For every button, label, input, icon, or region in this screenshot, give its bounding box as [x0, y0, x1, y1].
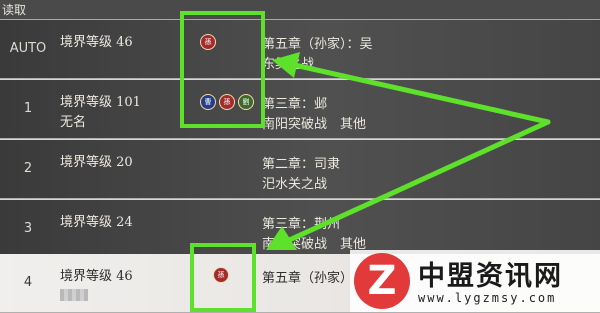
stage-name: 南阳突破战 其他 — [262, 117, 367, 132]
blurred-name — [60, 289, 88, 301]
slot-number: 3 — [23, 221, 33, 236]
faction-badges: 曹孫劉 — [200, 94, 254, 110]
slot-number: 2 — [23, 161, 33, 176]
slot-number: AUTO — [9, 41, 47, 56]
faction-badges: 孫 — [213, 267, 229, 283]
slot-number: 1 — [23, 101, 33, 116]
faction-liu-icon: 劉 — [238, 94, 254, 110]
save-slot-2[interactable]: 2 境界等级 20 第二章：司隶 汜水关之战 — [0, 140, 600, 199]
player-name: 无名 — [60, 115, 87, 130]
save-load-screen: 读取 AUTO 境界等级 46 孫 第五章（孙家）：吴 东吴之战 1 境界等级 101 无名 曹… — [0, 0, 600, 313]
faction-sun-icon: 孫 — [219, 94, 235, 110]
realm-level: 境界等级 46 — [60, 35, 133, 50]
watermark-logo-icon: Z — [354, 253, 410, 309]
save-slot-0[interactable]: AUTO 境界等级 46 孫 第五章（孙家）：吴 东吴之战 — [0, 20, 600, 79]
chapter-name: 第五章（孙家）：吴 — [262, 37, 373, 52]
realm-level: 境界等级 101 — [60, 95, 141, 110]
slot-number: 4 — [23, 275, 33, 290]
chapter-name: 第二章：司隶 — [262, 157, 341, 172]
screen-title: 读取 — [2, 3, 27, 17]
stage-name: 东吴之战 — [262, 57, 315, 72]
realm-level: 境界等级 20 — [60, 155, 133, 170]
watermark-title: 中盟资讯网 — [418, 261, 563, 292]
faction-sun-icon: 孫 — [200, 34, 216, 50]
faction-badges: 孫 — [200, 34, 216, 50]
header-bar: 读取 — [0, 0, 600, 20]
realm-level: 境界等级 46 — [60, 269, 133, 284]
save-slot-1[interactable]: 1 境界等级 101 无名 曹孫劉第三章：邺南阳突破战 其他 — [0, 80, 600, 139]
watermark-url: www.lygzmsy.com — [418, 291, 557, 305]
faction-cao-icon: 曹 — [200, 94, 216, 110]
stage-name: 汜水关之战 — [262, 177, 328, 192]
faction-sun-icon: 孫 — [213, 267, 229, 283]
chapter-name: 第五章（孙家） — [262, 271, 354, 286]
chapter-name: 第三章：荆州 — [262, 217, 341, 232]
chapter-name: 第三章：邺 — [262, 97, 328, 112]
realm-level: 境界等级 24 — [60, 215, 133, 230]
